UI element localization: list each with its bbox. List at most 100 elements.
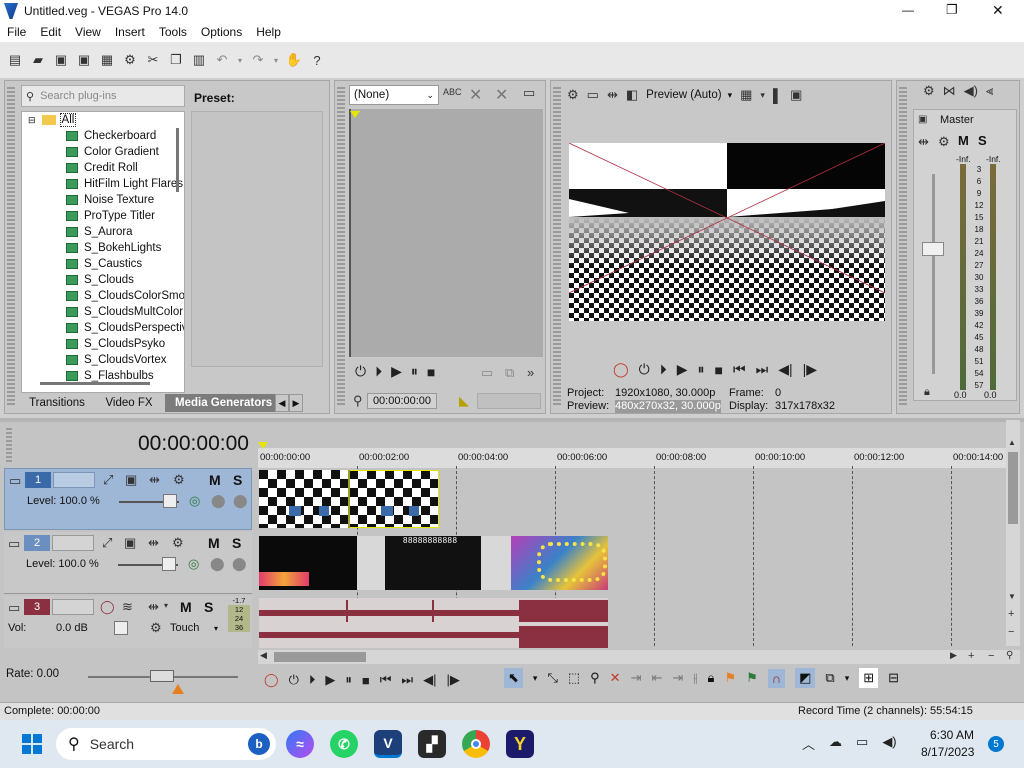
cloud-icon[interactable]: ☁ [829, 734, 842, 753]
network-icon[interactable]: ▭ [856, 734, 868, 753]
video-clip-checkerboard[interactable] [259, 470, 439, 528]
track-fx-icon[interactable]: ▣ [124, 535, 136, 551]
track-header-1[interactable]: ▭ 1 ⤢ ▣ ⇹ ⚙ M S Level: 100.0 % ◎ ⬤ ⬤ [4, 468, 252, 530]
list-item[interactable]: S_CloudsPerspective [22, 320, 184, 336]
taskbar-search[interactable]: ⚲ Search b [56, 728, 276, 760]
close-icon[interactable]: ✕ [495, 85, 508, 105]
automation-mode-icon[interactable]: ⚙ [150, 620, 162, 636]
track-header-3[interactable]: ▭ 3 ◯ ≋ ⇹ ▾ M S -1.7 12 24 36 Vol: 0.0 d… [4, 596, 252, 648]
external-monitor-icon[interactable]: ▭ [587, 87, 599, 103]
snapping-icon[interactable]: ∩ [767, 668, 786, 688]
previous-frame-icon[interactable]: ◀| [423, 672, 436, 688]
tab-scroll-right-icon[interactable]: ▶ [289, 394, 303, 412]
trim-icon[interactable]: ⇥ [631, 670, 642, 686]
notification-badge[interactable]: 5 [988, 736, 1004, 752]
menu-help[interactable]: Help [249, 25, 288, 39]
new-icon[interactable]: ▤ [6, 51, 24, 69]
volume-icon[interactable]: ◀) [882, 734, 896, 753]
tab-scroll-left-icon[interactable]: ◀ [275, 394, 289, 412]
insert-marker-icon[interactable]: ⚑ [724, 670, 736, 686]
menu-tools[interactable]: Tools [152, 25, 194, 39]
go-to-start-icon[interactable]: ⏮ [733, 361, 746, 378]
fast-forward-icon[interactable]: » [527, 365, 534, 380]
parent-overlay-icon[interactable]: ⬤ [210, 556, 225, 572]
copy-icon[interactable]: ❐ [167, 51, 185, 69]
lock-envelopes-icon[interactable]: ⊞ [859, 668, 879, 688]
cut-icon[interactable]: ✂ [144, 51, 162, 69]
auto-crossfade-icon[interactable]: ◩ [795, 668, 816, 688]
lock-icon[interactable]: 🔒︎ [708, 670, 715, 686]
paste-icon[interactable]: ▥ [190, 51, 208, 69]
automation-dropdown-icon[interactable]: ▾ [164, 601, 168, 610]
envelope-tool-icon[interactable]: ⤡ [547, 670, 557, 686]
solo-button[interactable]: S [204, 599, 213, 615]
compositing-icon[interactable]: ⚙ [172, 535, 184, 551]
lock-icon[interactable]: 🔒︎ [924, 386, 930, 399]
list-item[interactable]: S_Caustics [22, 256, 184, 272]
tree-horizontal-scrollbar[interactable] [40, 382, 150, 385]
list-item[interactable]: S_BokehLights [22, 240, 184, 256]
loop-icon[interactable]: ⏻ [355, 363, 366, 380]
list-item[interactable]: Color Gradient [22, 144, 184, 160]
list-item[interactable]: S_CloudsPsyko [22, 336, 184, 352]
invert-phase-icon[interactable]: ≋ [122, 599, 133, 615]
selection-tool-icon[interactable]: ⬚ [568, 670, 580, 686]
stop-icon[interactable]: ■ [715, 362, 723, 378]
bing-icon[interactable]: b [248, 733, 270, 755]
pause-icon[interactable]: ⏸ [345, 672, 352, 688]
delete-icon[interactable]: ✕ [469, 85, 482, 105]
track-motion-icon[interactable]: ⤢ [103, 472, 113, 488]
window-icon[interactable]: ▭ [523, 85, 535, 101]
ripple-edit-icon[interactable]: ⧉ [825, 670, 834, 686]
copy-snapshot-icon[interactable]: ▌ [773, 88, 782, 103]
menu-edit[interactable]: Edit [33, 25, 68, 39]
minimize-button[interactable]: — [902, 3, 914, 17]
trim-start-icon[interactable]: ⇤ [651, 670, 662, 686]
volume-slider-handle[interactable] [114, 621, 128, 635]
video-clip-dark[interactable] [259, 536, 357, 590]
parent-overlay-icon[interactable]: ⬤ [211, 493, 226, 509]
compositing-mode-icon[interactable]: ◎ [188, 556, 199, 572]
video-clip-gap-2[interactable] [481, 536, 511, 590]
mute-button[interactable]: M [958, 133, 969, 148]
trimmer-view[interactable] [349, 109, 543, 357]
trimmer-dropdown[interactable]: (None) ⌄ [349, 85, 439, 105]
track-name-field[interactable] [52, 599, 94, 615]
preview-quality-dropdown[interactable]: Preview (Auto) ▾ [646, 89, 732, 101]
properties-gear-icon[interactable]: ⚙ [121, 51, 139, 69]
messenger-icon[interactable]: ≈ [286, 730, 314, 758]
spellcheck-icon[interactable]: ABC [443, 87, 462, 97]
mixer-fx-icon[interactable]: ⫷ [986, 83, 993, 99]
timeline-divider[interactable] [0, 418, 1024, 422]
timeline-horizontal-scrollbar[interactable]: ◀ ▶ + − ⚲ [258, 650, 1020, 664]
master-fader-handle[interactable] [922, 242, 944, 256]
taskbar-time[interactable]: 6:30 AM [930, 728, 974, 742]
record-icon[interactable]: ◯ [613, 361, 629, 378]
master-fx-icon[interactable]: ▣ [918, 114, 927, 125]
loop-icon[interactable]: ⏻ [639, 361, 650, 378]
previous-frame-icon[interactable]: ◀| [778, 361, 792, 378]
video-clip-gap[interactable] [357, 536, 385, 590]
track-header-2[interactable]: ▭ 2 ⤢ ▣ ⇹ ⚙ M S Level: 100.0 % ◎ ⬤ ⬤ [4, 532, 252, 594]
track-fx-icon[interactable]: ▣ [125, 472, 137, 488]
tab-media-generators[interactable]: Media Generators [165, 394, 275, 412]
zoom-tool-icon[interactable]: ⚲ [590, 670, 600, 686]
compositing-icon[interactable]: ⚙ [173, 472, 185, 488]
whatsapp-icon[interactable]: ✆ [330, 730, 358, 758]
automation-icon[interactable]: ⇹ [148, 535, 159, 551]
split-icon[interactable]: ⫲ [693, 670, 697, 686]
scrollbar-thumb[interactable] [274, 652, 366, 662]
plugin-manager-icon[interactable]: ✋ [285, 51, 303, 69]
overlays-grid-icon[interactable]: ▦ [740, 87, 752, 103]
stop-icon[interactable]: ■ [362, 673, 370, 688]
collapse-track-icon[interactable]: ▭ [8, 536, 20, 552]
loop-icon[interactable]: ⏻ [289, 672, 299, 688]
play-icon[interactable]: ▶ [391, 363, 402, 380]
video-clip-banner[interactable]: 88888888888 [385, 536, 481, 590]
tab-transitions[interactable]: Transitions [21, 394, 93, 412]
scrollbar-thumb[interactable] [1008, 452, 1018, 524]
timeline-ruler[interactable]: 00:00:00:00 00:00:02:00 00:00:04:00 00:0… [258, 442, 1006, 468]
ripple-dropdown-icon[interactable]: ▾ [845, 673, 850, 684]
play-from-start-icon[interactable]: ⏵ [309, 672, 316, 688]
taskbar-date[interactable]: 8/17/2023 [921, 745, 974, 759]
